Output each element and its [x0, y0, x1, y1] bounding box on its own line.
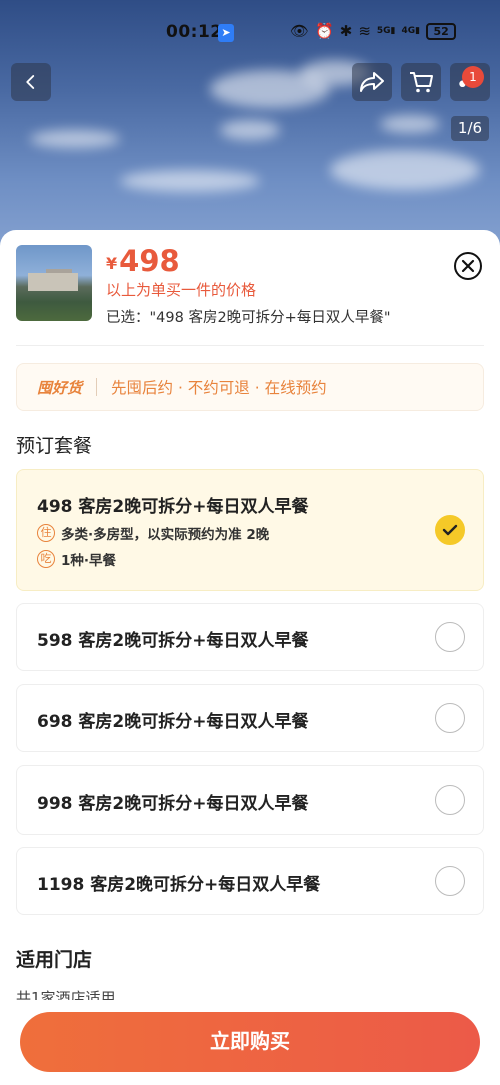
status-bar: 00:12 ➤ 👁 ⏰ ✱ ≋ 5G▮ 4G▮ 52 [0, 0, 500, 54]
status-time: 00:12 [166, 22, 223, 42]
package-title: 1198 客房2晚可拆分+每日双人早餐 [37, 875, 321, 895]
more-button[interactable]: • 1 [450, 63, 490, 101]
product-price: ¥498 [106, 244, 180, 278]
cart-icon [410, 72, 433, 93]
package-option-3[interactable]: 698 客房2晚可拆分+每日双人早餐 [16, 684, 484, 752]
package-radio[interactable] [435, 866, 465, 896]
cart-count-badge: 1 [462, 66, 484, 88]
wifi-icon: ≋ [358, 22, 371, 40]
package-option-2[interactable]: 598 客房2晚可拆分+每日双人早餐 [16, 603, 484, 671]
package-eat-detail: 吃 1种·早餐 [37, 549, 116, 569]
product-thumbnail[interactable] [16, 245, 92, 321]
battery-icon: 52 [426, 22, 457, 40]
signal-5g-icon: 5G▮ [376, 26, 396, 36]
divider [16, 345, 484, 346]
buy-now-button[interactable]: 立即购买 [20, 1012, 480, 1072]
package-radio[interactable] [435, 703, 465, 733]
promo-text: 先囤后约 · 不约可退 · 在线预约 [111, 379, 327, 397]
stores-section-title: 适用门店 [16, 949, 93, 971]
promo-separator [96, 378, 98, 396]
back-button[interactable] [11, 63, 51, 101]
package-title: 698 客房2晚可拆分+每日双人早餐 [37, 712, 309, 732]
promo-tag: 囤好货 [37, 378, 83, 397]
check-icon [442, 524, 458, 536]
package-stay-detail: 住 多类·多房型，以实际预约为准 2晚 [37, 523, 269, 543]
promo-banner: 囤好货 先囤后约 · 不约可退 · 在线预约 [16, 363, 484, 411]
signal-4g-icon: 4G▮ [401, 26, 421, 36]
status-icons: 👁 ⏰ ✱ ≋ 5G▮ 4G▮ 52 [290, 22, 457, 40]
package-radio[interactable] [435, 622, 465, 652]
sku-selection-sheet: ¥498 以上为单买一件的价格 已选："498 客房2晚可拆分+每日双人早餐" … [0, 230, 500, 1085]
package-option-1[interactable]: 498 客房2晚可拆分+每日双人早餐 住 多类·多房型，以实际预约为准 2晚 吃… [16, 469, 484, 591]
packages-section-title: 预订套餐 [16, 435, 93, 457]
share-icon [360, 72, 384, 92]
app-notification-icon: ➤ [218, 24, 234, 42]
package-radio[interactable] [435, 785, 465, 815]
package-title: 998 客房2晚可拆分+每日双人早餐 [37, 794, 309, 814]
image-pager: 1/6 [451, 116, 489, 141]
share-button[interactable] [352, 63, 392, 101]
eat-icon: 吃 [37, 550, 55, 568]
close-icon [461, 259, 475, 273]
price-note: 以上为单买一件的价格 [106, 281, 257, 299]
cart-button[interactable] [401, 63, 441, 101]
stores-summary: 共1家酒店适用 [16, 989, 116, 1000]
selected-sku-text: 已选："498 客房2晚可拆分+每日双人早餐" [106, 310, 391, 326]
bluetooth-icon: ✱ [339, 22, 353, 40]
eye-icon: 👁 [290, 22, 310, 40]
package-radio-selected[interactable] [435, 515, 465, 545]
alarm-icon: ⏰ [315, 22, 334, 40]
close-button[interactable] [454, 252, 482, 280]
chevron-left-icon [26, 75, 35, 89]
package-title: 598 客房2晚可拆分+每日双人早餐 [37, 631, 309, 651]
stay-icon: 住 [37, 524, 55, 542]
package-option-5[interactable]: 1198 客房2晚可拆分+每日双人早餐 [16, 847, 484, 915]
package-title: 498 客房2晚可拆分+每日双人早餐 [37, 497, 309, 517]
package-option-4[interactable]: 998 客房2晚可拆分+每日双人早餐 [16, 765, 484, 835]
